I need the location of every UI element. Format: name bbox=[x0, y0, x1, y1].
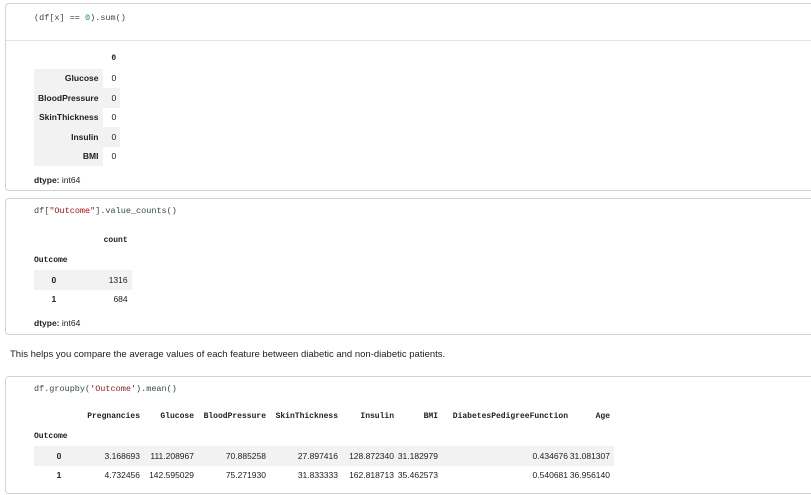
table-row: BloodPressure 0 bbox=[34, 88, 121, 108]
output-dataframe-table: Pregnancies Glucose BloodPressure SkinTh… bbox=[34, 407, 614, 485]
dtype-line: dtype: int64 bbox=[34, 175, 80, 185]
table-row: SkinThickness 0 bbox=[34, 107, 120, 127]
column-header: count bbox=[103, 236, 128, 246]
row-label: 0 bbox=[34, 446, 84, 466]
cell-value: 0.434676 bbox=[438, 446, 568, 466]
table-row: 0 1316 bbox=[34, 270, 132, 290]
row-label: 1 bbox=[56, 470, 62, 481]
column-header: DiabetesPedigreeFunction bbox=[452, 412, 568, 422]
row-value: 0 bbox=[111, 112, 117, 123]
cell-value: 31.833333 bbox=[297, 470, 338, 481]
column-header: Insulin bbox=[360, 412, 394, 422]
cell-value: 31.182979 bbox=[394, 446, 438, 466]
cell-value: 4.732456 bbox=[104, 470, 140, 481]
column-header: Pregnancies bbox=[87, 412, 140, 422]
code-editor[interactable]: df.groupby('Outcome').mean() bbox=[6, 377, 811, 399]
cell-value: 162.818713 bbox=[349, 470, 394, 481]
cell-output: count Outcome 0 1316 1 684 dtype: int64 bbox=[6, 221, 811, 335]
dtype-value: int64 bbox=[61, 175, 81, 185]
column-header: BMI bbox=[423, 412, 438, 422]
column-header: 0 bbox=[111, 54, 117, 64]
column-header: Glucose bbox=[160, 412, 194, 422]
cell-output: Pregnancies Glucose BloodPressure SkinTh… bbox=[6, 399, 811, 495]
cell-value: 111.208967 bbox=[140, 446, 194, 466]
row-label: BMI bbox=[34, 146, 104, 166]
row-label: Glucose bbox=[34, 68, 104, 88]
index-name: Outcome bbox=[34, 431, 68, 441]
column-header: BloodPressure bbox=[203, 412, 266, 422]
cell-value: 27.897416 bbox=[266, 446, 338, 466]
column-header: SkinThickness bbox=[275, 412, 338, 422]
dtype-label: dtype: bbox=[34, 175, 60, 185]
cell-value: 35.462573 bbox=[397, 470, 438, 481]
row-value: 0 bbox=[103, 127, 121, 147]
cell-value: 3.168693 bbox=[84, 446, 140, 466]
dtype-label: dtype: bbox=[34, 318, 60, 328]
output-series-table: 0 Glucose 0 BloodPressure 0 SkinThickness 0… bbox=[34, 49, 121, 166]
index-name: Outcome bbox=[34, 255, 68, 265]
row-label: BloodPressure bbox=[34, 88, 104, 108]
markdown-text: This helps you compare the average value… bbox=[10, 349, 446, 360]
row-label: 1 bbox=[51, 294, 57, 305]
cell-value: 128.872340 bbox=[338, 446, 394, 466]
cell-output: 0 Glucose 0 BloodPressure 0 SkinThickness 0… bbox=[6, 40, 811, 191]
cell-value: 70.885258 bbox=[194, 446, 266, 466]
column-header: Age bbox=[595, 412, 610, 422]
cell-value: 75.271930 bbox=[225, 470, 266, 481]
row-value: 0 bbox=[111, 73, 117, 84]
table-row: Insulin 0 bbox=[34, 127, 121, 147]
row-value: 0 bbox=[111, 151, 117, 162]
cell-value: 142.595029 bbox=[149, 470, 194, 481]
row-value: 1316 bbox=[73, 270, 132, 290]
dtype-line: dtype: int64 bbox=[34, 318, 80, 328]
row-label: 0 bbox=[34, 270, 74, 290]
cell-value: 31.081307 bbox=[568, 446, 614, 466]
output-series-table: count Outcome 0 1316 1 684 bbox=[34, 231, 132, 309]
code-cell-value-counts[interactable]: df["Outcome"].value_counts() count Outco… bbox=[5, 198, 811, 335]
table-row: 1 684 bbox=[34, 290, 132, 310]
table-row: 1 4.732456 142.595029 75.271930 31.83333… bbox=[34, 466, 614, 486]
row-label: SkinThickness bbox=[34, 107, 104, 127]
table-row: 0 3.168693 111.208967 70.885258 27.89741… bbox=[34, 446, 614, 466]
row-value: 684 bbox=[113, 294, 128, 305]
code-editor[interactable]: (df[x] == 0).sum() bbox=[6, 4, 811, 40]
row-value: 0 bbox=[103, 88, 121, 108]
table-row: Glucose 0 bbox=[34, 68, 120, 88]
table-row: BMI 0 bbox=[34, 146, 120, 166]
code-cell-groupby-mean[interactable]: df.groupby('Outcome').mean() Pregnancies… bbox=[5, 376, 811, 494]
code-editor[interactable]: df["Outcome"].value_counts() bbox=[6, 199, 811, 221]
cell-value: 36.956140 bbox=[569, 470, 610, 481]
dtype-value: int64 bbox=[61, 318, 81, 328]
code-cell-zero-counts[interactable]: (df[x] == 0).sum() 0 Glucose 0 BloodPress… bbox=[5, 3, 811, 191]
row-label: Insulin bbox=[34, 127, 104, 147]
cell-value: 0.540681 bbox=[532, 470, 568, 481]
